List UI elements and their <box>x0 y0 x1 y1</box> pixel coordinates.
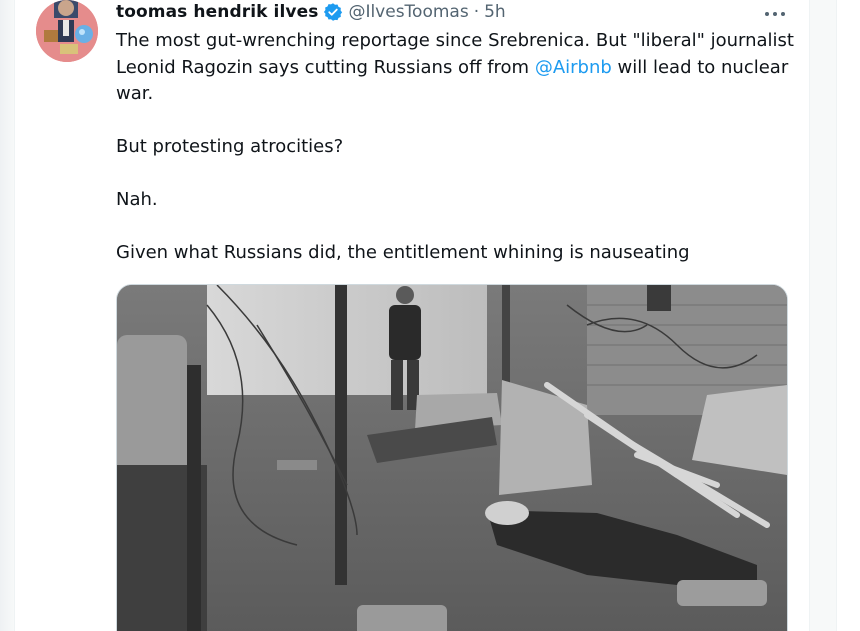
tweet-paragraph: The most gut-wrenching reportage since S… <box>116 28 796 108</box>
verified-badge-icon <box>323 2 343 22</box>
left-background <box>0 0 14 631</box>
tweet-timestamp[interactable]: 5h <box>484 2 506 22</box>
tweet-paragraph: But protesting atrocities? <box>116 136 344 157</box>
page: toomas hendrik ilves @IlvesToomas · 5h T… <box>0 0 860 631</box>
tweet-header: toomas hendrik ilves @IlvesToomas · 5h <box>116 0 506 24</box>
mention-link[interactable]: @Airbnb <box>535 57 612 78</box>
avatar-image <box>36 0 98 62</box>
tweet-paragraph: Given what Russians did, the entitlement… <box>116 242 690 263</box>
tweet-photo[interactable] <box>116 284 788 631</box>
tweet-paragraph: Nah. <box>116 189 158 210</box>
author-name[interactable]: toomas hendrik ilves <box>116 2 318 22</box>
more-dots-icon[interactable] <box>760 2 790 22</box>
photo-image <box>117 285 787 631</box>
right-sidebar-edge <box>836 0 860 631</box>
separator-dot: · <box>473 2 480 22</box>
tweet-body: The most gut-wrenching reportage since S… <box>116 28 796 293</box>
author-handle[interactable]: @IlvesToomas <box>348 2 468 22</box>
author-avatar[interactable] <box>36 0 98 62</box>
